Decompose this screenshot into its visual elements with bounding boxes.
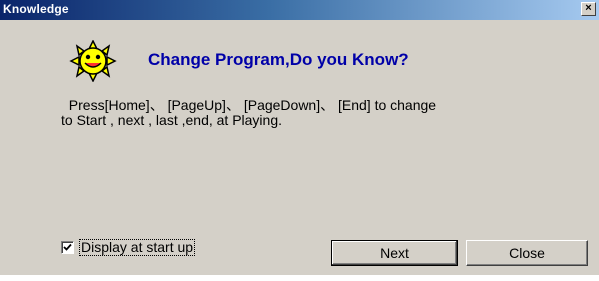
checkmark-icon <box>63 243 72 251</box>
close-button[interactable]: Close <box>466 240 588 266</box>
title-bar[interactable]: Knowledge × <box>0 0 599 20</box>
close-icon[interactable]: × <box>581 2 596 16</box>
window-title: Knowledge <box>3 2 69 16</box>
knowledge-dialog: Knowledge × Change Program,Do you Know? … <box>0 0 599 275</box>
smiling-sun-icon <box>68 39 118 83</box>
display-at-startup-label[interactable]: Display at start up <box>78 239 196 256</box>
display-at-startup-checkbox[interactable] <box>61 241 74 254</box>
dialog-message: Press[Home]、 [PageUp]、 [PageDown]、 [End]… <box>61 97 437 128</box>
next-button[interactable]: Next <box>331 240 458 266</box>
dialog-headline: Change Program,Do you Know? <box>148 50 409 69</box>
